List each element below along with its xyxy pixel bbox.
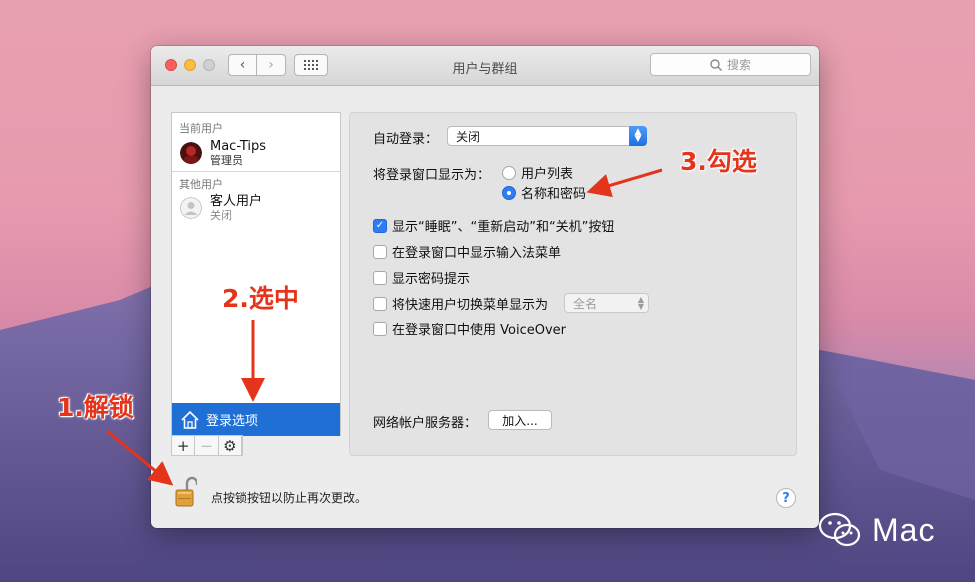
annotation-arrows — [106, 168, 663, 486]
watermark-text: Mac — [872, 511, 936, 548]
wechat-icon — [818, 512, 861, 547]
arrow-to-radio — [586, 168, 663, 198]
annotation-step3: 3.勾选 — [680, 147, 757, 176]
annotation-step1: 1.解锁 — [57, 393, 134, 422]
watermark: Mac — [816, 510, 935, 550]
annotation-step2: 2.选中 — [222, 284, 299, 313]
arrow-to-lock — [106, 429, 174, 486]
